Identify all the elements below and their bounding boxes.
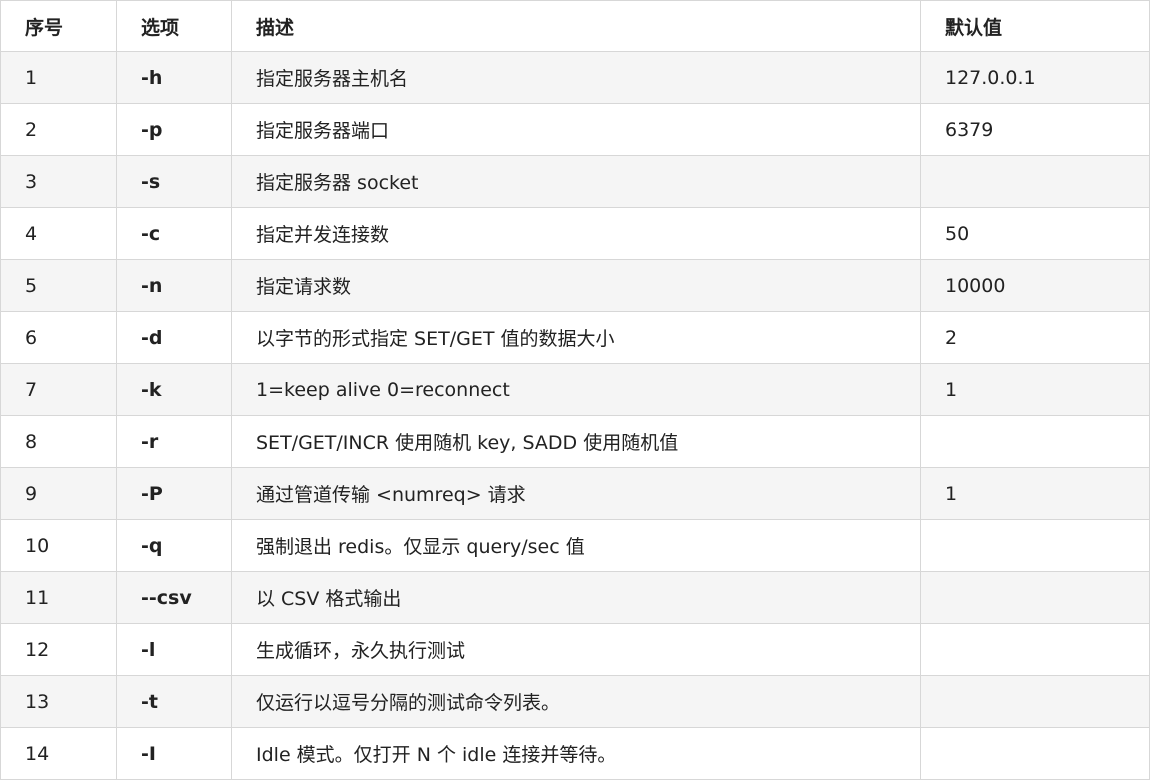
table-body: 1 -h 指定服务器主机名 127.0.0.1 2 -p 指定服务器端口 637… xyxy=(0,51,1150,780)
cell-description: 1=keep alive 0=reconnect xyxy=(231,363,921,416)
header-option: 选项 xyxy=(116,0,232,52)
cell-description: 仅运行以逗号分隔的测试命令列表。 xyxy=(231,675,921,728)
cell-default xyxy=(920,155,1150,208)
cell-index: 9 xyxy=(0,467,117,520)
header-default: 默认值 xyxy=(920,0,1150,52)
cell-index: 11 xyxy=(0,571,117,624)
header-index: 序号 xyxy=(0,0,117,52)
cell-option: -t xyxy=(116,675,232,728)
table-row: 14 -I Idle 模式。仅打开 N 个 idle 连接并等待。 xyxy=(0,727,1150,780)
cell-default xyxy=(920,571,1150,624)
table-row: 9 -P 通过管道传输 <numreq> 请求 1 xyxy=(0,467,1150,520)
cell-description: 以字节的形式指定 SET/GET 值的数据大小 xyxy=(231,311,921,364)
cell-index: 7 xyxy=(0,363,117,416)
cell-default: 10000 xyxy=(920,259,1150,312)
cell-option: -s xyxy=(116,155,232,208)
options-table: 序号 选项 描述 默认值 1 -h 指定服务器主机名 127.0.0.1 2 -… xyxy=(0,0,1150,780)
cell-index: 2 xyxy=(0,103,117,156)
cell-default: 1 xyxy=(920,467,1150,520)
cell-index: 10 xyxy=(0,519,117,572)
cell-option: -q xyxy=(116,519,232,572)
cell-description: 通过管道传输 <numreq> 请求 xyxy=(231,467,921,520)
cell-option: -I xyxy=(116,727,232,780)
cell-default xyxy=(920,415,1150,468)
cell-default: 6379 xyxy=(920,103,1150,156)
table-row: 13 -t 仅运行以逗号分隔的测试命令列表。 xyxy=(0,675,1150,728)
cell-description: 指定服务器主机名 xyxy=(231,51,921,104)
cell-option: -r xyxy=(116,415,232,468)
cell-option: --csv xyxy=(116,571,232,624)
cell-option: -k xyxy=(116,363,232,416)
cell-description: 指定请求数 xyxy=(231,259,921,312)
cell-index: 1 xyxy=(0,51,117,104)
cell-index: 4 xyxy=(0,207,117,260)
cell-description: 以 CSV 格式输出 xyxy=(231,571,921,624)
cell-default xyxy=(920,519,1150,572)
cell-description: SET/GET/INCR 使用随机 key, SADD 使用随机值 xyxy=(231,415,921,468)
cell-index: 6 xyxy=(0,311,117,364)
table-row: 1 -h 指定服务器主机名 127.0.0.1 xyxy=(0,51,1150,104)
cell-default: 127.0.0.1 xyxy=(920,51,1150,104)
cell-option: -c xyxy=(116,207,232,260)
cell-description: 生成循环，永久执行测试 xyxy=(231,623,921,676)
cell-default xyxy=(920,623,1150,676)
cell-description: 指定服务器端口 xyxy=(231,103,921,156)
cell-index: 3 xyxy=(0,155,117,208)
table-row: 8 -r SET/GET/INCR 使用随机 key, SADD 使用随机值 xyxy=(0,415,1150,468)
cell-description: 强制退出 redis。仅显示 query/sec 值 xyxy=(231,519,921,572)
cell-default: 50 xyxy=(920,207,1150,260)
table-row: 12 -l 生成循环，永久执行测试 xyxy=(0,623,1150,676)
cell-option: -n xyxy=(116,259,232,312)
table-row: 7 -k 1=keep alive 0=reconnect 1 xyxy=(0,363,1150,416)
cell-default xyxy=(920,675,1150,728)
cell-default xyxy=(920,727,1150,780)
cell-index: 8 xyxy=(0,415,117,468)
cell-option: -l xyxy=(116,623,232,676)
cell-option: -d xyxy=(116,311,232,364)
table-row: 5 -n 指定请求数 10000 xyxy=(0,259,1150,312)
cell-option: -p xyxy=(116,103,232,156)
cell-description: 指定并发连接数 xyxy=(231,207,921,260)
table-row: 11 --csv 以 CSV 格式输出 xyxy=(0,571,1150,624)
table-row: 2 -p 指定服务器端口 6379 xyxy=(0,103,1150,156)
cell-index: 12 xyxy=(0,623,117,676)
cell-option: -P xyxy=(116,467,232,520)
table-header: 序号 选项 描述 默认值 xyxy=(0,0,1150,52)
table-row: 6 -d 以字节的形式指定 SET/GET 值的数据大小 2 xyxy=(0,311,1150,364)
header-row: 序号 选项 描述 默认值 xyxy=(0,0,1150,52)
cell-description: 指定服务器 socket xyxy=(231,155,921,208)
cell-description: Idle 模式。仅打开 N 个 idle 连接并等待。 xyxy=(231,727,921,780)
cell-index: 5 xyxy=(0,259,117,312)
table-row: 10 -q 强制退出 redis。仅显示 query/sec 值 xyxy=(0,519,1150,572)
cell-index: 14 xyxy=(0,727,117,780)
cell-option: -h xyxy=(116,51,232,104)
cell-default: 1 xyxy=(920,363,1150,416)
cell-index: 13 xyxy=(0,675,117,728)
header-description: 描述 xyxy=(231,0,921,52)
table-row: 4 -c 指定并发连接数 50 xyxy=(0,207,1150,260)
cell-default: 2 xyxy=(920,311,1150,364)
table-row: 3 -s 指定服务器 socket xyxy=(0,155,1150,208)
